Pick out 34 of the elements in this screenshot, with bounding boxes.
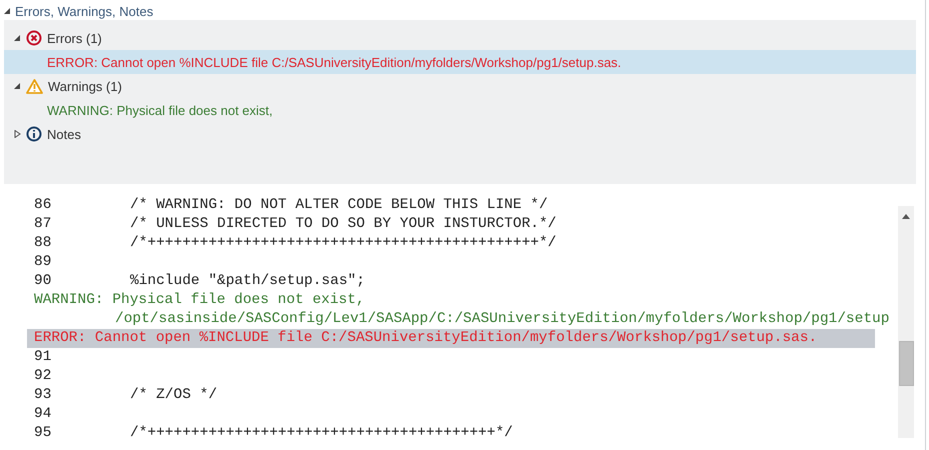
collapse-triangle-icon[interactable] bbox=[14, 34, 21, 42]
code-text: /* UNLESS DIRECTED TO DO SO BY YOUR INSTURCTOR.*/ bbox=[130, 215, 556, 234]
code-text: /* Z/OS */ bbox=[130, 386, 218, 405]
message-item[interactable]: WARNING: Physical file does not exist, bbox=[4, 98, 916, 122]
message-item[interactable]: ERROR: Cannot open %INCLUDE file C:/SASUniversityEdition/myfolders/Workshop/pg1/setup.sas. bbox=[4, 50, 916, 74]
group-label[interactable]: Errors (1) bbox=[47, 30, 102, 46]
code-text: /* WARNING: DO NOT ALTER CODE BELOW THIS LINE */ bbox=[130, 196, 548, 215]
code-text: /*+++++++++++++++++++++++++++++++++++++++++++++*/ bbox=[130, 234, 556, 253]
log-message: /opt/sasinside/SASConfig/Lev1/SASApp/C:/SASUniversityEdition/myfolders/Workshop/pg1/setup bbox=[115, 310, 890, 329]
group-label[interactable]: Notes bbox=[47, 126, 81, 142]
line-number: 90 bbox=[34, 272, 52, 291]
scroll-up-icon[interactable] bbox=[902, 214, 910, 219]
info-icon bbox=[26, 126, 42, 142]
line-number: 92 bbox=[34, 367, 52, 386]
scroll-thumb[interactable] bbox=[898, 341, 914, 386]
code-text: /*++++++++++++++++++++++++++++++++++++++++*/ bbox=[130, 424, 513, 443]
line-number: 93 bbox=[34, 386, 52, 405]
expand-triangle-icon[interactable] bbox=[14, 130, 21, 138]
warning-icon bbox=[26, 78, 43, 94]
code-text: %include "&path/setup.sas"; bbox=[130, 272, 365, 291]
line-number: 88 bbox=[34, 234, 52, 253]
line-number: 89 bbox=[34, 253, 52, 272]
line-number: 95 bbox=[34, 424, 52, 443]
line-number: 94 bbox=[34, 405, 52, 424]
line-number: 91 bbox=[34, 348, 52, 367]
error-icon bbox=[26, 30, 42, 46]
collapse-triangle-icon[interactable] bbox=[4, 7, 11, 15]
line-number: 87 bbox=[34, 215, 52, 234]
panel-title[interactable]: Errors, Warnings, Notes bbox=[15, 4, 154, 18]
line-number: 86 bbox=[34, 196, 52, 215]
scrollbar[interactable] bbox=[898, 206, 914, 438]
log-message: WARNING: Physical file does not exist, bbox=[34, 291, 365, 310]
collapse-triangle-icon[interactable] bbox=[14, 82, 21, 90]
group-label[interactable]: Warnings (1) bbox=[48, 78, 122, 94]
